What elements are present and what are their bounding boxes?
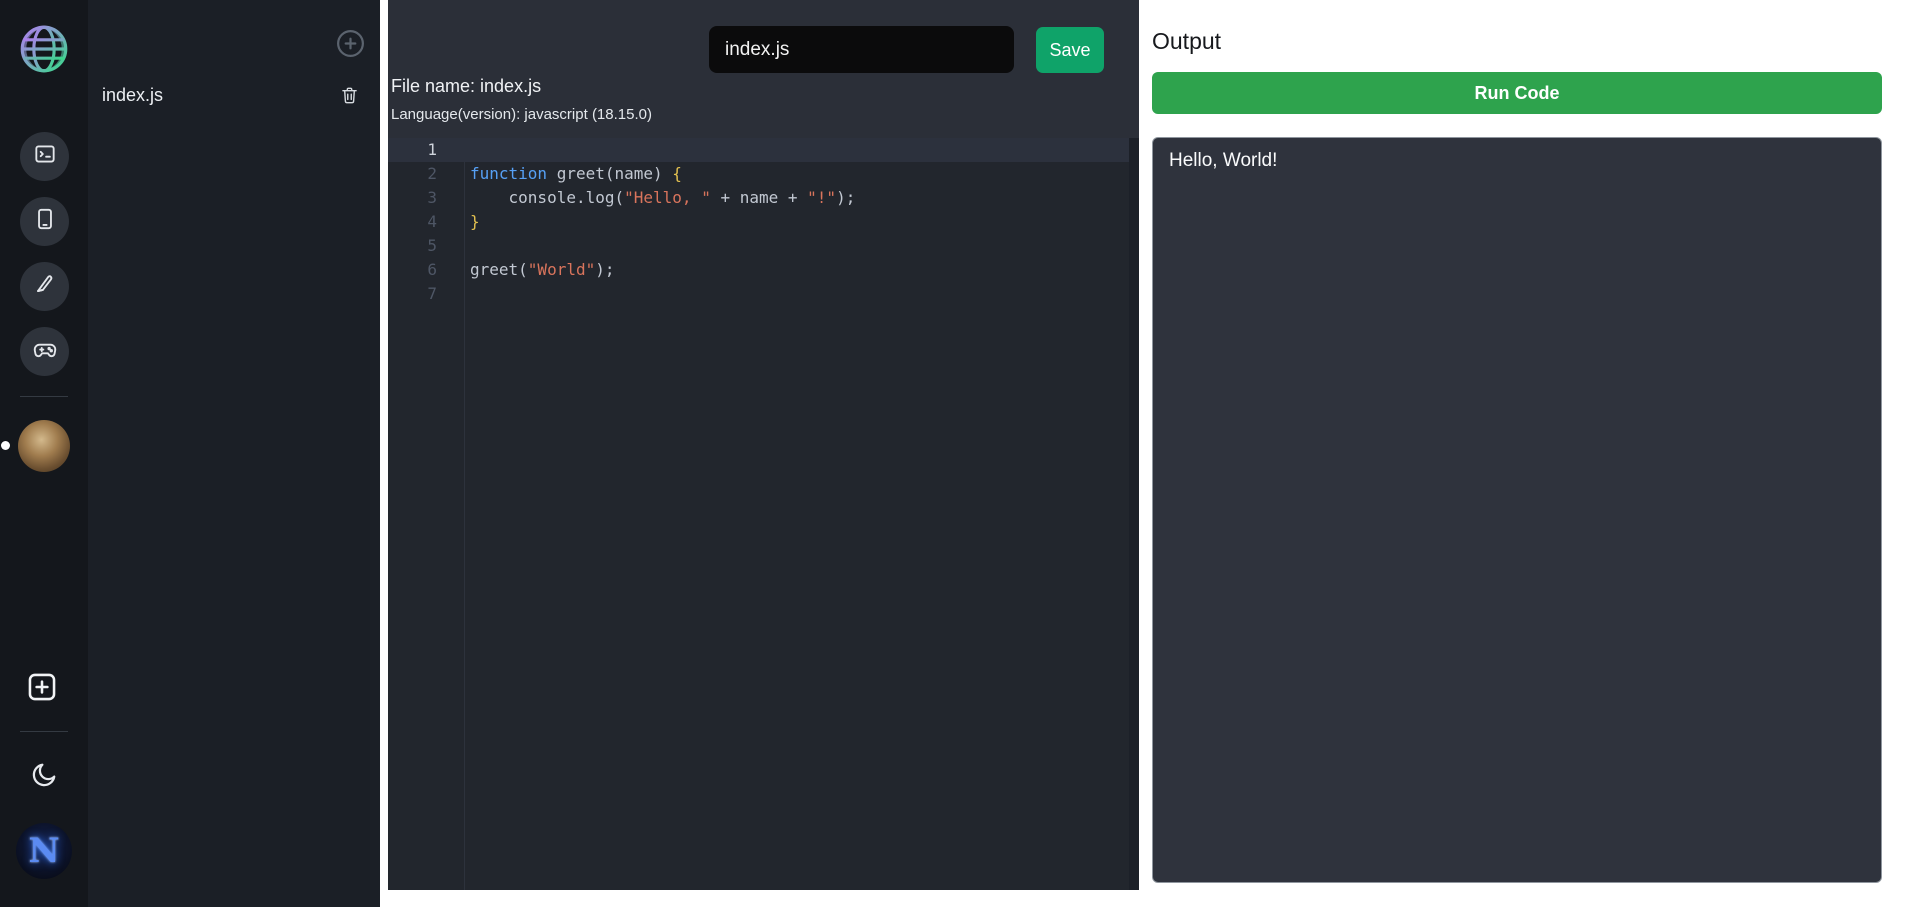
editor-toolbar: Save File name: index.js Language(versio… [388,0,1139,138]
file-list-item[interactable]: index.js [88,72,380,118]
game-controller-icon [32,336,58,367]
sidebar-item-compiler[interactable] [20,132,69,181]
line-number: 7 [427,284,437,303]
code-line: 3 console.log("Hello, " + name + "!"); [388,186,1139,210]
line-number: 2 [427,164,437,183]
output-console: Hello, World! [1152,137,1882,883]
sidebar-item-games[interactable] [20,327,69,376]
sidebar-item-kitchen[interactable] [20,262,69,311]
line-number: 5 [427,236,437,255]
editor-scrollbar[interactable] [1129,138,1139,890]
line-number: 3 [427,188,437,207]
filename-input[interactable] [709,26,1014,73]
code-line: 1 [388,138,1139,162]
line-number: 4 [427,212,437,231]
line-number: 6 [427,260,437,279]
dark-mode-toggle[interactable] [29,760,59,790]
file-name-label: index.js [102,84,164,105]
terminal-icon [32,141,58,172]
code-line-content: console.log("Hello, " + name + "!"); [470,188,856,207]
icon-sidebar: N [0,0,88,907]
run-code-button[interactable]: Run Code [1152,72,1882,114]
code-line-content: } [470,212,480,231]
globe-logo-icon[interactable] [15,20,73,78]
file-name-meta: File name: index.js [391,76,542,96]
active-indicator-dot [1,441,10,450]
user-avatar[interactable]: N [16,823,72,879]
code-lines: 1 2 function greet(name) { 3 console.log("H… [388,138,1139,306]
code-line-content [437,282,470,306]
output-text: Hello, World! [1169,150,1278,171]
code-line: 7 [388,282,1139,306]
sidebar-divider [20,396,68,397]
code-line-content [437,138,470,162]
moon-icon [29,763,59,794]
output-panel-title: Output [1152,28,1222,54]
editor-pane: Save File name: index.js Language(versio… [388,0,1139,890]
line-number: 1 [427,140,437,159]
add-file-button[interactable] [334,27,367,60]
plus-square-icon [25,673,59,708]
user-initial: N [28,831,60,871]
book-avatar[interactable] [18,420,70,472]
file-list-panel: index.js [88,0,380,907]
language-version-meta: Language(version): javascript (18.15.0) [391,106,652,123]
code-line: 2 function greet(name) { [388,162,1139,186]
code-line: 6 greet("World"); [388,258,1139,282]
code-line-content: function greet(name) { [470,164,682,183]
delete-file-button[interactable] [339,84,360,107]
knife-icon [32,271,58,302]
code-editor[interactable]: 1 2 function greet(name) { 3 console.log("H… [388,138,1139,890]
sidebar-item-reader[interactable] [20,197,69,246]
code-line-content [437,234,470,258]
sidebar-divider [20,731,68,732]
code-line: 4} [388,210,1139,234]
code-line-content: greet("World"); [470,260,615,279]
plus-circle-icon [334,30,367,64]
book-icon [32,206,58,237]
code-line: 5 [388,234,1139,258]
add-server-button[interactable] [25,670,59,704]
save-button[interactable]: Save [1036,27,1104,73]
